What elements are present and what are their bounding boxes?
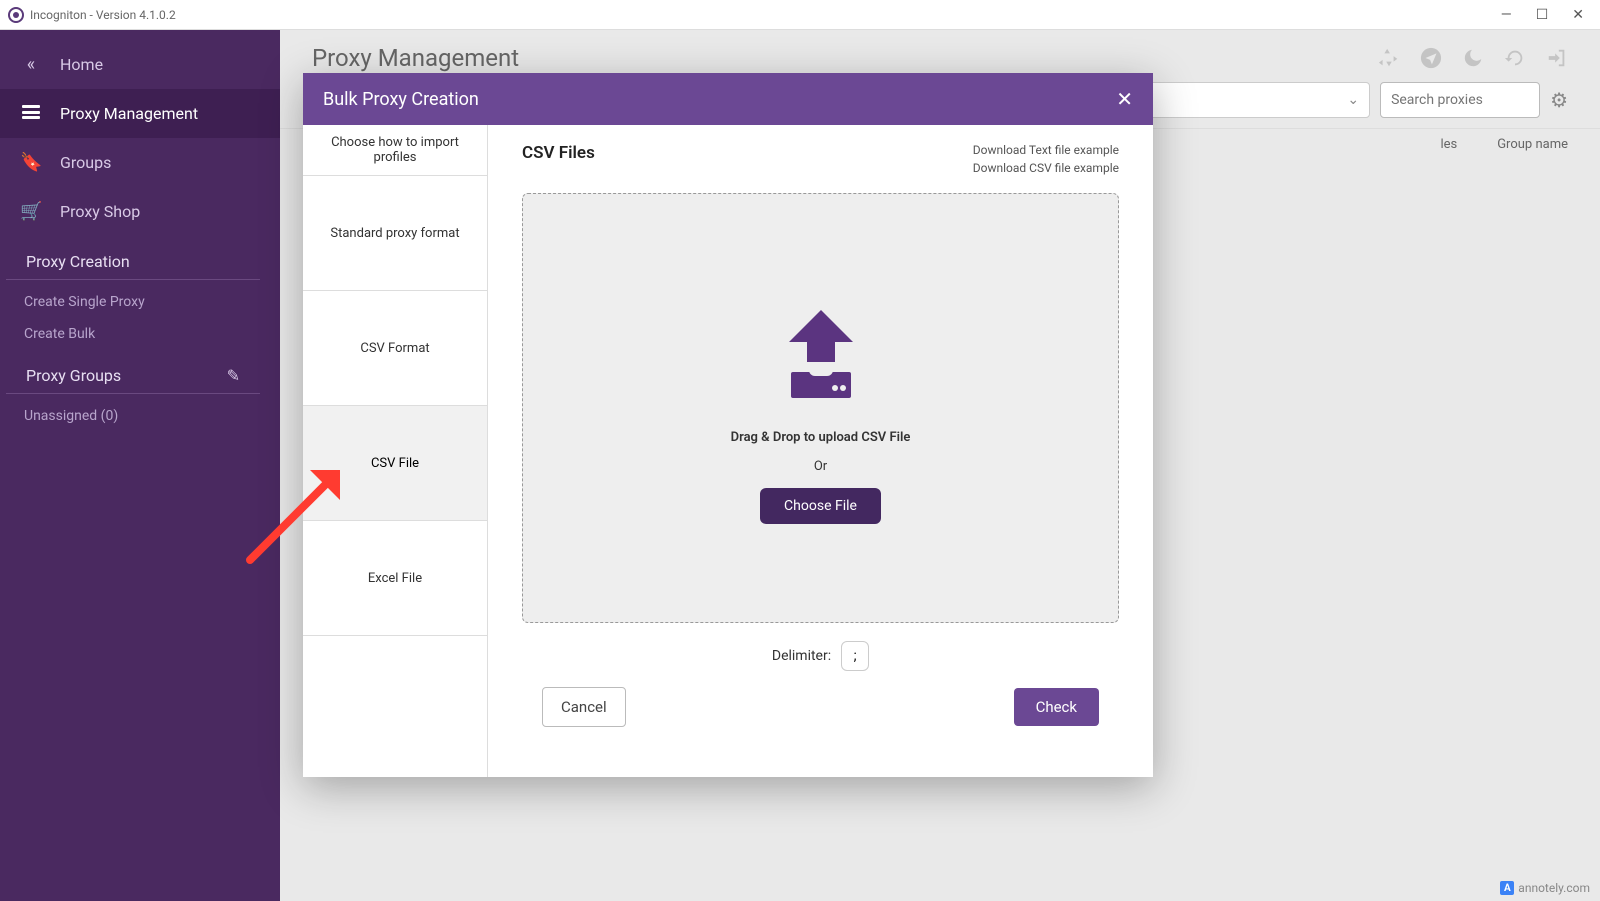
column-les: les <box>1440 137 1457 152</box>
upload-icon <box>761 292 881 416</box>
dropzone-text: Drag & Drop to upload CSV File <box>731 430 911 445</box>
sidebar-item-label: Proxy Shop <box>60 202 140 221</box>
section-proxy-creation: Proxy Creation <box>6 236 260 280</box>
chevrons-left-icon: « <box>20 54 42 75</box>
sidebar-item-home[interactable]: « Home <box>0 40 280 89</box>
tab-excel-file[interactable]: Excel File <box>303 521 487 636</box>
link-create-bulk[interactable]: Create Bulk <box>0 318 280 350</box>
file-dropzone[interactable]: Drag & Drop to upload CSV File Or Choose… <box>522 193 1119 623</box>
dropzone-or: Or <box>814 459 827 474</box>
download-text-example-link[interactable]: Download Text file example <box>973 143 1119 157</box>
bars-icon <box>20 103 42 124</box>
minimize-button[interactable]: — <box>1501 8 1512 22</box>
download-csv-example-link[interactable]: Download CSV file example <box>973 161 1119 175</box>
watermark-text: annotely.com <box>1518 881 1590 895</box>
column-group-name: Group name <box>1497 137 1568 152</box>
search-input[interactable] <box>1380 82 1540 118</box>
recycle-icon[interactable] <box>1378 47 1400 69</box>
link-unassigned-group[interactable]: Unassigned (0) <box>0 400 280 432</box>
close-window-button[interactable]: ✕ <box>1572 8 1584 22</box>
bookmark-icon: 🔖 <box>20 152 42 173</box>
cancel-button[interactable]: Cancel <box>542 687 626 727</box>
cart-icon: 🛒 <box>20 201 42 222</box>
tab-csv-format[interactable]: CSV Format <box>303 291 487 406</box>
choose-file-button[interactable]: Choose File <box>760 488 881 524</box>
import-content: CSV Files Download Text file example Dow… <box>488 125 1153 777</box>
sidebar-item-groups[interactable]: 🔖 Groups <box>0 138 280 187</box>
modal-titlebar: Bulk Proxy Creation ✕ <box>303 73 1153 125</box>
close-icon[interactable]: ✕ <box>1116 87 1133 111</box>
tab-standard-proxy-format[interactable]: Standard proxy format <box>303 176 487 291</box>
app-icon <box>8 7 24 23</box>
page-title: Proxy Management <box>312 44 519 72</box>
import-method-tabs: Choose how to import profiles Standard p… <box>303 125 488 777</box>
gear-icon[interactable]: ⚙ <box>1550 88 1568 112</box>
sidebar-item-label: Home <box>60 55 103 74</box>
edit-icon[interactable]: ✎ <box>227 366 240 385</box>
delimiter-label: Delimiter: <box>772 648 831 664</box>
section-proxy-groups-label: Proxy Groups <box>26 366 121 385</box>
sidebar: « Home Proxy Management 🔖 Groups 🛒 Proxy… <box>0 30 280 901</box>
import-header: Choose how to import profiles <box>303 125 487 176</box>
sidebar-item-label: Proxy Management <box>60 104 198 123</box>
moon-icon[interactable] <box>1462 47 1484 69</box>
check-button[interactable]: Check <box>1014 688 1099 726</box>
link-create-single-proxy[interactable]: Create Single Proxy <box>0 286 280 318</box>
tab-csv-file[interactable]: CSV File <box>303 406 487 521</box>
sidebar-item-label: Groups <box>60 153 111 172</box>
refresh-icon[interactable] <box>1504 47 1526 69</box>
window-controls: — ☐ ✕ <box>1501 8 1592 22</box>
sidebar-item-proxy-shop[interactable]: 🛒 Proxy Shop <box>0 187 280 236</box>
window-titlebar: Incogniton - Version 4.1.0.2 — ☐ ✕ <box>0 0 1600 30</box>
logout-icon[interactable] <box>1546 47 1568 69</box>
maximize-button[interactable]: ☐ <box>1536 8 1549 22</box>
watermark: A annotely.com <box>1500 881 1590 895</box>
delimiter-input[interactable] <box>841 641 869 671</box>
sidebar-item-proxy-management[interactable]: Proxy Management <box>0 89 280 138</box>
header-action-icons <box>1378 47 1568 69</box>
annotely-icon: A <box>1500 881 1514 895</box>
csv-files-heading: CSV Files <box>522 143 595 163</box>
send-icon[interactable] <box>1420 47 1442 69</box>
window-title: Incogniton - Version 4.1.0.2 <box>30 8 176 22</box>
modal-title-text: Bulk Proxy Creation <box>323 89 479 110</box>
bulk-proxy-modal: Bulk Proxy Creation ✕ Choose how to impo… <box>303 73 1153 777</box>
chevron-down-icon: ⌄ <box>1347 92 1359 108</box>
section-proxy-groups: Proxy Groups ✎ <box>6 350 260 394</box>
